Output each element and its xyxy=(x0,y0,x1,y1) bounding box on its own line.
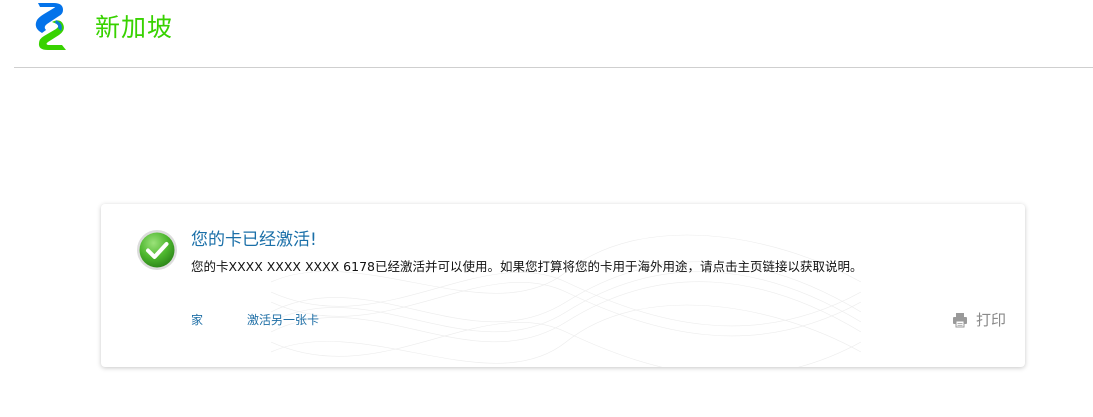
home-link[interactable]: 家 xyxy=(191,312,203,328)
region-label: 新加坡 xyxy=(95,13,174,42)
activate-another-card-link[interactable]: 激活另一张卡 xyxy=(247,312,319,328)
activation-message: 您的卡XXXX XXXX XXXX 6178已经激活并可以使用。如果您打算将您的… xyxy=(191,259,863,274)
check-circle-icon xyxy=(137,230,177,270)
activation-title: 您的卡已经激活! xyxy=(191,230,317,250)
bank-logo-icon[interactable] xyxy=(30,0,72,54)
printer-icon xyxy=(952,313,967,328)
activation-success-card: 您的卡已经激活! 您的卡XXXX XXXX XXXX 6178已经激活并可以使用… xyxy=(101,204,1025,367)
print-button[interactable]: 打印 xyxy=(952,310,1006,330)
header-divider xyxy=(14,67,1093,68)
print-label: 打印 xyxy=(975,311,1006,329)
guilloche-pattern xyxy=(271,234,861,367)
site-header: 新加坡 xyxy=(0,0,1093,68)
